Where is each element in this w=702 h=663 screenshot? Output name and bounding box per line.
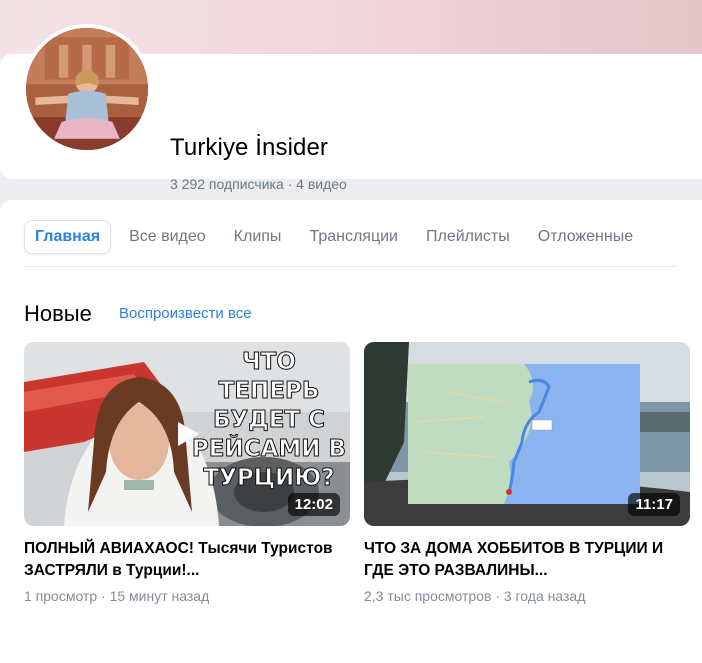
thumbnail-caption: ЧТО ТЕПЕРЬ БУДЕТ С РЕЙСАМИ В ТУРЦИЮ? <box>191 349 347 492</box>
video-title[interactable]: ЧТО ЗА ДОМА ХОББИТОВ В ТУРЦИИ И ГДЕ ЭТО … <box>364 538 684 582</box>
video-thumbnail[interactable]: ЧТО ТЕПЕРЬ БУДЕТ С РЕЙСАМИ В ТУРЦИЮ? 12:… <box>24 342 350 526</box>
video-card[interactable]: ЧТО ТЕПЕРЬ БУДЕТ С РЕЙСАМИ В ТУРЦИЮ? 12:… <box>24 342 350 604</box>
avatar-image <box>26 28 148 150</box>
tab-all-videos[interactable]: Все видео <box>119 220 216 254</box>
video-meta: 2,3 тыс просмотров · 3 года назад <box>364 588 586 604</box>
video-title[interactable]: ПОЛНЫЙ АВИАХАОС! Тысячи Туристов ЗАСТРЯЛ… <box>24 538 344 582</box>
channel-name[interactable]: Turkiye İnsider <box>170 134 328 162</box>
play-all-link[interactable]: Воспроизвести все <box>119 305 252 322</box>
section-title: Новые <box>24 301 92 326</box>
tab-streams[interactable]: Трансляции <box>299 220 408 254</box>
video-meta: 1 просмотр · 15 минут назад <box>24 588 210 604</box>
content-panel: Главная Все видео Клипы Трансляции Плейл… <box>0 200 702 663</box>
channel-stats: 3 292 подписчика · 4 видео <box>170 176 347 192</box>
tab-scheduled[interactable]: Отложенные <box>528 220 643 254</box>
tabs-divider <box>24 266 678 267</box>
channel-tabs: Главная Все видео Клипы Трансляции Плейл… <box>24 220 702 254</box>
play-icon[interactable] <box>175 420 201 448</box>
tab-main[interactable]: Главная <box>24 220 112 254</box>
tab-clips[interactable]: Клипы <box>224 220 292 254</box>
video-card[interactable]: 11:17 ЧТО ЗА ДОМА ХОББИТОВ В ТУРЦИИ И ГД… <box>364 342 690 604</box>
video-duration: 11:17 <box>628 493 680 516</box>
video-thumbnail[interactable]: 11:17 <box>364 342 690 526</box>
video-duration: 12:02 <box>287 493 340 516</box>
tab-playlists[interactable]: Плейлисты <box>416 220 520 254</box>
channel-avatar[interactable] <box>22 24 152 154</box>
